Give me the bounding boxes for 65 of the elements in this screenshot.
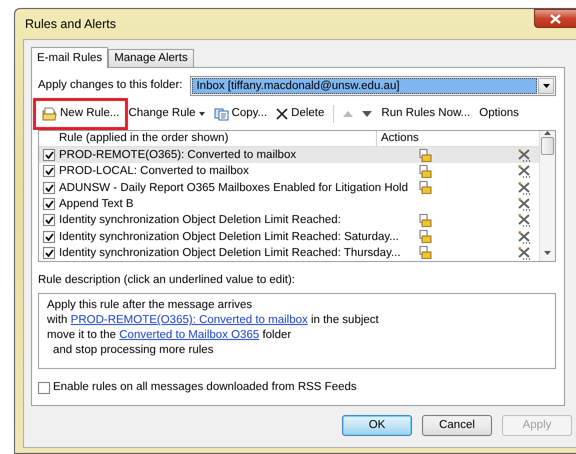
caret-icon: [198, 112, 205, 116]
checkbox[interactable]: [43, 198, 55, 210]
copy-icon: [214, 108, 229, 120]
tools-icon: [517, 213, 531, 228]
window-title: Rules and Alerts: [25, 16, 116, 33]
column-header[interactable]: Rule (applied in the order shown): [39, 131, 377, 146]
tools-icon: [517, 148, 531, 162]
rule-name: PROD-LOCAL: Converted to mailbox: [59, 164, 249, 178]
rule-name: Append Text B: [59, 196, 134, 211]
description-line: Apply this rule after the message arrives: [47, 298, 254, 314]
checkbox[interactable]: [43, 246, 55, 259]
rule-row[interactable]: PROD-LOCAL: Converted to mailbox: [39, 163, 539, 180]
description-link[interactable]: PROD-REMOTE(O365): Converted to mailbox: [70, 314, 308, 326]
rule-row[interactable]: Append Text B: [39, 196, 539, 212]
close-icon: [550, 14, 561, 24]
dialog-button[interactable]: Cancel: [422, 415, 492, 436]
rule-name: Identity synchronization Object Deletion Limit Reached:: [59, 213, 341, 228]
toolbar-button[interactable]: Change Rule: [124, 103, 209, 125]
tools-icon: [517, 164, 531, 178]
cross-icon: [276, 108, 288, 120]
toolbar-button[interactable]: Options: [475, 103, 523, 125]
toolbar-button[interactable]: Copy...: [210, 103, 272, 125]
rule-row[interactable]: Identity synchronization Object Deletion Limit Reached:: [39, 212, 539, 228]
up-arrow-icon: [343, 111, 354, 117]
tab[interactable]: Manage Alerts: [108, 49, 194, 67]
rule-name: Identity synchronization Object Deletion Limit Reached: Saturday...: [59, 230, 399, 244]
description-link[interactable]: Converted to Mailbox O365: [119, 329, 260, 342]
scroll-up-icon: [544, 131, 551, 135]
rule-row[interactable]: Identity synchronization Object Deletion Limit Reached: Saturday...: [39, 228, 539, 245]
folder-dropdown[interactable]: Inbox [tiffany.macdonald@unsw.edu.au]: [190, 76, 556, 96]
new-rule-button[interactable]: New Rule...: [38, 103, 124, 125]
rule-name: Identity synchronization Object Deletion Limit Reached: Thursday...: [59, 246, 401, 260]
description-label: Rule description (click an underlined value to edit):: [38, 273, 296, 288]
checkbox[interactable]: [43, 149, 55, 162]
folder-icon: [42, 107, 57, 121]
tools-icon: [517, 246, 531, 260]
tools-icon: [517, 180, 531, 195]
checkbox[interactable]: [43, 214, 55, 226]
down-arrow-icon: [362, 111, 372, 117]
tools-icon: [517, 196, 531, 211]
scroll-down-icon: [544, 251, 551, 255]
rule-name: ADUNSW - Daily Report O365 Mailboxes Enabled for Litigation Hold: [59, 180, 408, 195]
checkbox[interactable]: [43, 182, 55, 194]
column-header[interactable]: Actions: [377, 131, 419, 146]
rule-name: PROD-REMOTE(O365): Converted to mailbox: [59, 148, 296, 162]
toolbar-button[interactable]: Run Rules Now...: [377, 103, 474, 125]
dialog-button[interactable]: OK: [342, 415, 412, 436]
rule-row[interactable]: ADUNSW - Daily Report O365 Mailboxes Enabled for Litigation Hold: [39, 180, 539, 196]
checkbox[interactable]: [43, 165, 55, 178]
description-line: with PROD-REMOTE(O365): Converted to mailbox in the subject: [47, 313, 380, 328]
rule-row[interactable]: Identity synchronization Object Deletion Limit Reached: Thursday...: [39, 244, 539, 261]
tab[interactable]: E-mail Rules: [31, 47, 108, 68]
caret-icon: [542, 84, 550, 88]
folder-label: Apply changes to this folder:: [38, 78, 182, 94]
description-line: and stop processing more rules: [52, 343, 214, 358]
scroll-thumb[interactable]: [541, 137, 554, 155]
rss-label[interactable]: Enable rules on all messages downloaded from RSS Feeds: [53, 379, 357, 396]
scrollbar[interactable]: [539, 131, 555, 261]
description-line: move it to the Converted to Mailbox O365 folder: [47, 328, 292, 344]
toolbar-button[interactable]: Delete: [272, 103, 328, 125]
rule-row[interactable]: PROD-REMOTE(O365): Converted to mailbox: [39, 147, 539, 164]
tools-icon: [517, 230, 531, 244]
checkbox[interactable]: [43, 230, 55, 243]
rss-checkbox[interactable]: [38, 382, 50, 394]
close-button[interactable]: [534, 9, 576, 28]
